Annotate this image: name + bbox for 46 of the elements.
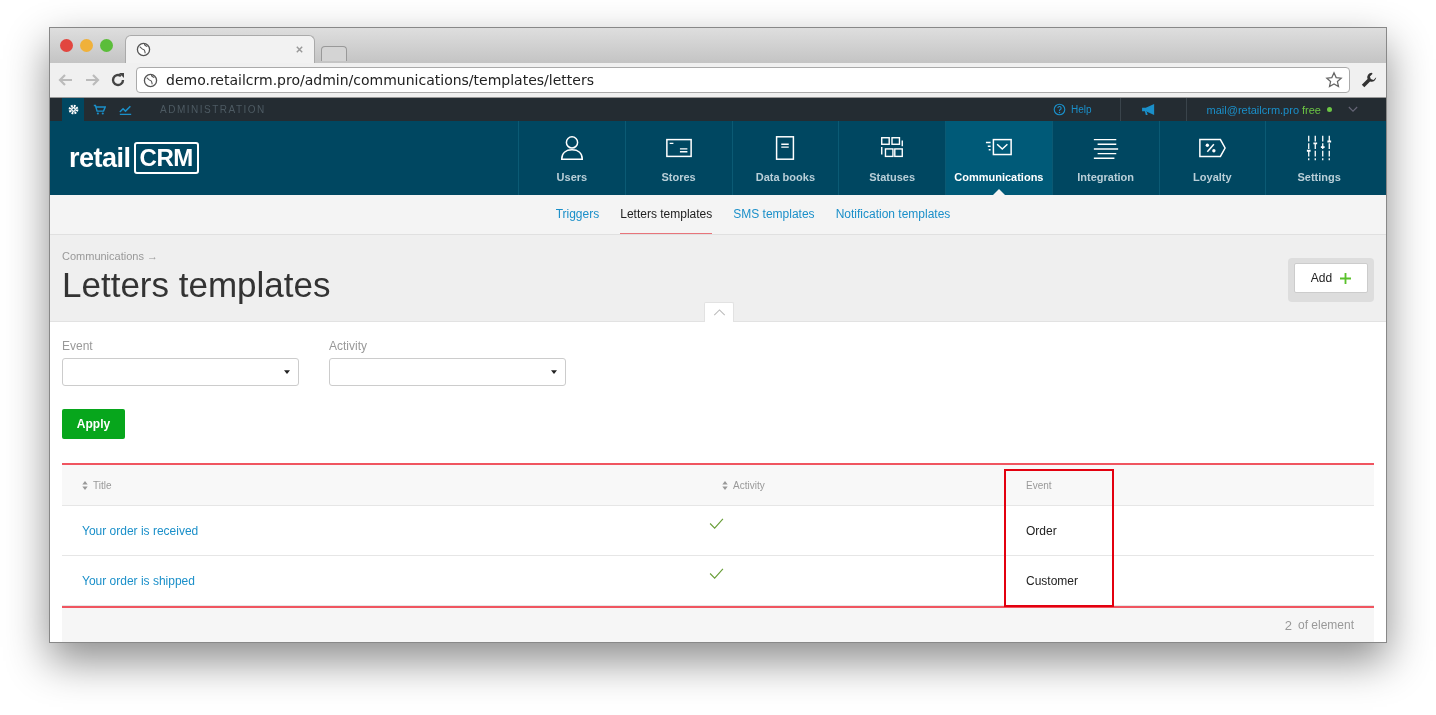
chevron-down-icon[interactable] xyxy=(1348,106,1358,113)
page-title: Letters templates xyxy=(62,265,331,305)
sub-tab[interactable]: Letters templates xyxy=(620,195,713,234)
close-light-icon[interactable] xyxy=(60,39,73,52)
sliders-icon xyxy=(1305,133,1334,162)
plan-label: free xyxy=(1302,103,1321,116)
nav-item[interactable]: Communications xyxy=(945,121,1052,195)
table-cell: Order xyxy=(1026,523,1057,538)
template-link[interactable]: Your order is shipped xyxy=(82,573,195,588)
caret-icon xyxy=(551,370,557,374)
forward-arrow-icon[interactable] xyxy=(84,72,100,88)
table-cell: Customer xyxy=(1026,573,1078,588)
account-email[interactable]: mail@retailcrm.pro xyxy=(1206,103,1300,116)
add-button[interactable]: Add xyxy=(1294,263,1368,293)
star-icon[interactable] xyxy=(1325,71,1343,89)
filter-label: Activity xyxy=(329,339,368,353)
sub-tab[interactable]: SMS templates xyxy=(733,195,815,234)
back-arrow-icon[interactable] xyxy=(58,72,74,88)
filter-label: Event xyxy=(62,339,94,353)
close-icon[interactable] xyxy=(295,45,304,54)
status-dot-icon xyxy=(1327,107,1332,112)
template-link[interactable]: Your order is received xyxy=(82,523,199,538)
help-icon xyxy=(1053,103,1066,116)
sort-icon xyxy=(722,480,728,490)
reload-icon[interactable] xyxy=(110,72,126,88)
logo[interactable]: retail CRM xyxy=(50,121,518,195)
plus-icon xyxy=(1340,272,1352,284)
sort-icon xyxy=(82,480,88,490)
minimize-light-icon[interactable] xyxy=(80,39,93,52)
dropdown-field[interactable] xyxy=(329,358,566,386)
help-link[interactable]: Help xyxy=(1053,103,1092,116)
new-tab-button[interactable] xyxy=(321,46,347,61)
sub-tab[interactable]: Triggers xyxy=(555,195,600,234)
dropdown-field[interactable] xyxy=(62,358,299,386)
browser-tab[interactable] xyxy=(125,35,315,63)
address-field[interactable]: demo.retailcrm.pro/admin/communications/templates/letters xyxy=(136,67,1350,93)
apply-button[interactable]: Apply xyxy=(62,409,125,439)
count-label: of element xyxy=(1297,618,1354,632)
zoom-light-icon[interactable] xyxy=(100,39,113,52)
wrench-icon[interactable] xyxy=(1360,71,1378,89)
url-text: demo.retailcrm.pro/admin/communications/templates/letters xyxy=(166,72,595,88)
caret-icon xyxy=(284,370,290,374)
collapse-tab[interactable] xyxy=(704,302,734,322)
item-count: 2 xyxy=(1284,617,1292,633)
sub-tab[interactable]: Notification templates xyxy=(835,195,951,234)
chevron-up-icon xyxy=(712,309,726,316)
